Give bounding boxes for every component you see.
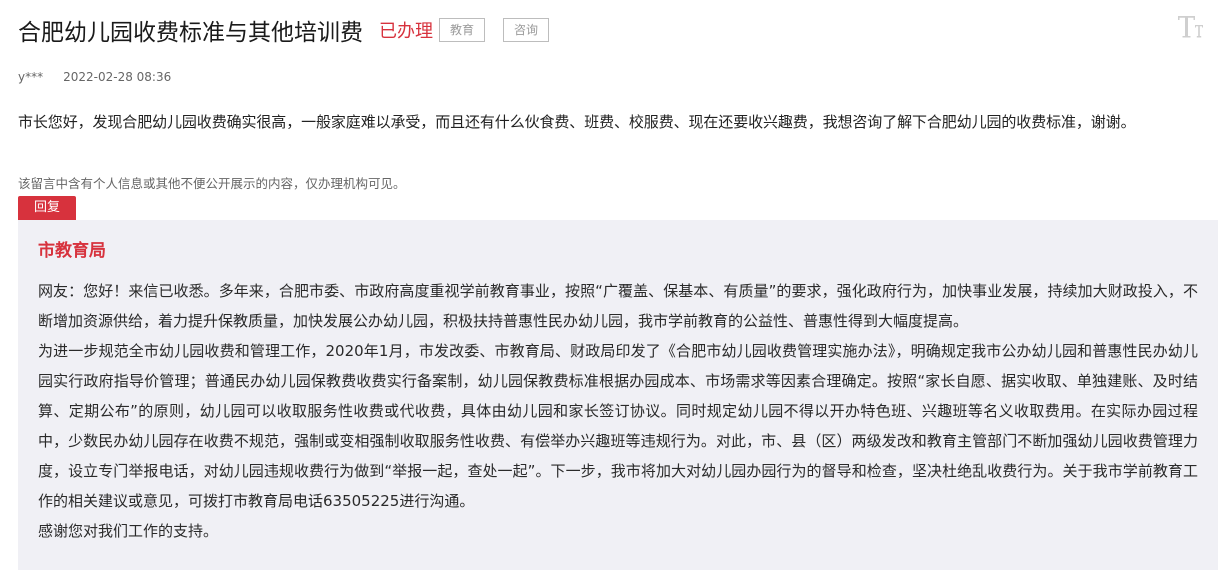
title-row: 合肥幼儿园收费标准与其他培训费 已办理 教育 咨询 — [18, 12, 1218, 48]
tag-consult[interactable]: 咨询 — [503, 18, 550, 42]
page-title: 合肥幼儿园收费标准与其他培训费 — [18, 20, 363, 46]
privacy-note: 该留言中含有个人信息或其他不便公开展示的内容，仅办理机构可见。 — [18, 176, 406, 191]
author-name: y*** — [18, 70, 44, 84]
post-datetime: 2022-02-28 08:36 — [63, 70, 172, 84]
reply-box: 市教育局 网友：您好！来信已收悉。多年来，合肥市委、市政府高度重视学前教育事业，… — [18, 220, 1218, 570]
font-size-button[interactable] — [1174, 10, 1206, 42]
status-badge: 已办理 — [379, 21, 433, 42]
reply-paragraph: 感谢您对我们工作的支持。 — [38, 522, 219, 540]
tag-education[interactable]: 教育 — [439, 18, 486, 42]
reply-org: 市教育局 — [38, 241, 106, 261]
question-text: 市长您好，发现合肥幼儿园收费确实很高，一般家庭难以承受，而且还有什么伙食费、班费… — [18, 113, 1136, 131]
reply-paragraph: 为进一步规范全市幼儿园收费和管理工作，2020年1月，市发改委、市教育局、财政局… — [38, 342, 1198, 510]
reply-tab[interactable]: 回复 — [18, 196, 76, 220]
reply-body: 网友：您好！来信已收悉。多年来，合肥市委、市政府高度重视学前教育事业，按照“广覆… — [38, 276, 1198, 546]
meta-row: y*** 2022-02-28 08:36 — [18, 70, 171, 84]
font-size-icon — [1178, 16, 1203, 38]
reply-paragraph: 网友：您好！来信已收悉。多年来，合肥市委、市政府高度重视学前教育事业，按照“广覆… — [38, 282, 1198, 330]
